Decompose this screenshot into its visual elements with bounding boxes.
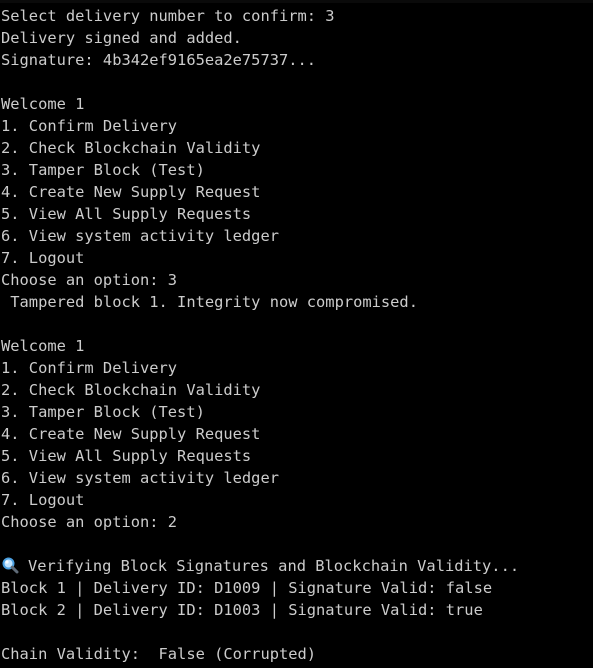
menu-item-tamper-block: 3. Tamper Block (Test) xyxy=(1,161,205,179)
terminal-line-signature: Signature: 4b342ef9165ea2e75737... xyxy=(1,51,317,69)
menu-item-check-blockchain: 2. Check Blockchain Validity xyxy=(1,381,261,399)
menu-item-confirm-delivery: 1. Confirm Delivery xyxy=(1,359,178,377)
terminal-line-choose-option: Choose an option: 2 xyxy=(1,513,178,531)
terminal-line-verifying: Verifying Block Signatures and Blockchai… xyxy=(0,555,593,577)
menu-item-confirm-delivery: 1. Confirm Delivery xyxy=(1,117,178,135)
terminal-top-edge xyxy=(0,0,593,3)
menu-item-create-supply-request: 4. Create New Supply Request xyxy=(1,425,261,443)
terminal-window[interactable]: Select delivery number to confirm: 3 Del… xyxy=(0,0,593,668)
menu-item-logout: 7. Logout xyxy=(1,249,85,267)
magnifying-glass-icon xyxy=(1,556,19,574)
terminal-line-delivery-signed: Delivery signed and added. xyxy=(1,29,242,47)
menu-item-create-supply-request: 4. Create New Supply Request xyxy=(1,183,261,201)
menu-item-view-supply-requests: 5. View All Supply Requests xyxy=(1,447,252,465)
terminal-line-prompt-delivery: Select delivery number to confirm: 3 xyxy=(1,7,335,25)
terminal-line-choose-option: Choose an option: 3 xyxy=(1,271,178,289)
terminal-line-welcome: Welcome 1 xyxy=(1,95,85,113)
terminal-line-block-1: Block 1 | Delivery ID: D1009 | Signature… xyxy=(1,579,493,597)
menu-item-tamper-block: 3. Tamper Block (Test) xyxy=(1,403,205,421)
menu-item-view-activity-ledger: 6. View system activity ledger xyxy=(1,227,279,245)
menu-item-check-blockchain: 2. Check Blockchain Validity xyxy=(1,139,261,157)
menu-item-view-supply-requests: 5. View All Supply Requests xyxy=(1,205,252,223)
menu-item-view-activity-ledger: 6. View system activity ledger xyxy=(1,469,279,487)
terminal-line-chain-validity: Chain Validity: False (Corrupted) xyxy=(1,645,317,663)
menu-item-logout: 7. Logout xyxy=(1,491,85,509)
terminal-line-tampered-message: Tampered block 1. Integrity now compromi… xyxy=(1,293,418,311)
verifying-text: Verifying Block Signatures and Blockchai… xyxy=(28,557,520,575)
terminal-line-block-2: Block 2 | Delivery ID: D1003 | Signature… xyxy=(1,601,483,619)
terminal-line-welcome: Welcome 1 xyxy=(1,337,85,355)
